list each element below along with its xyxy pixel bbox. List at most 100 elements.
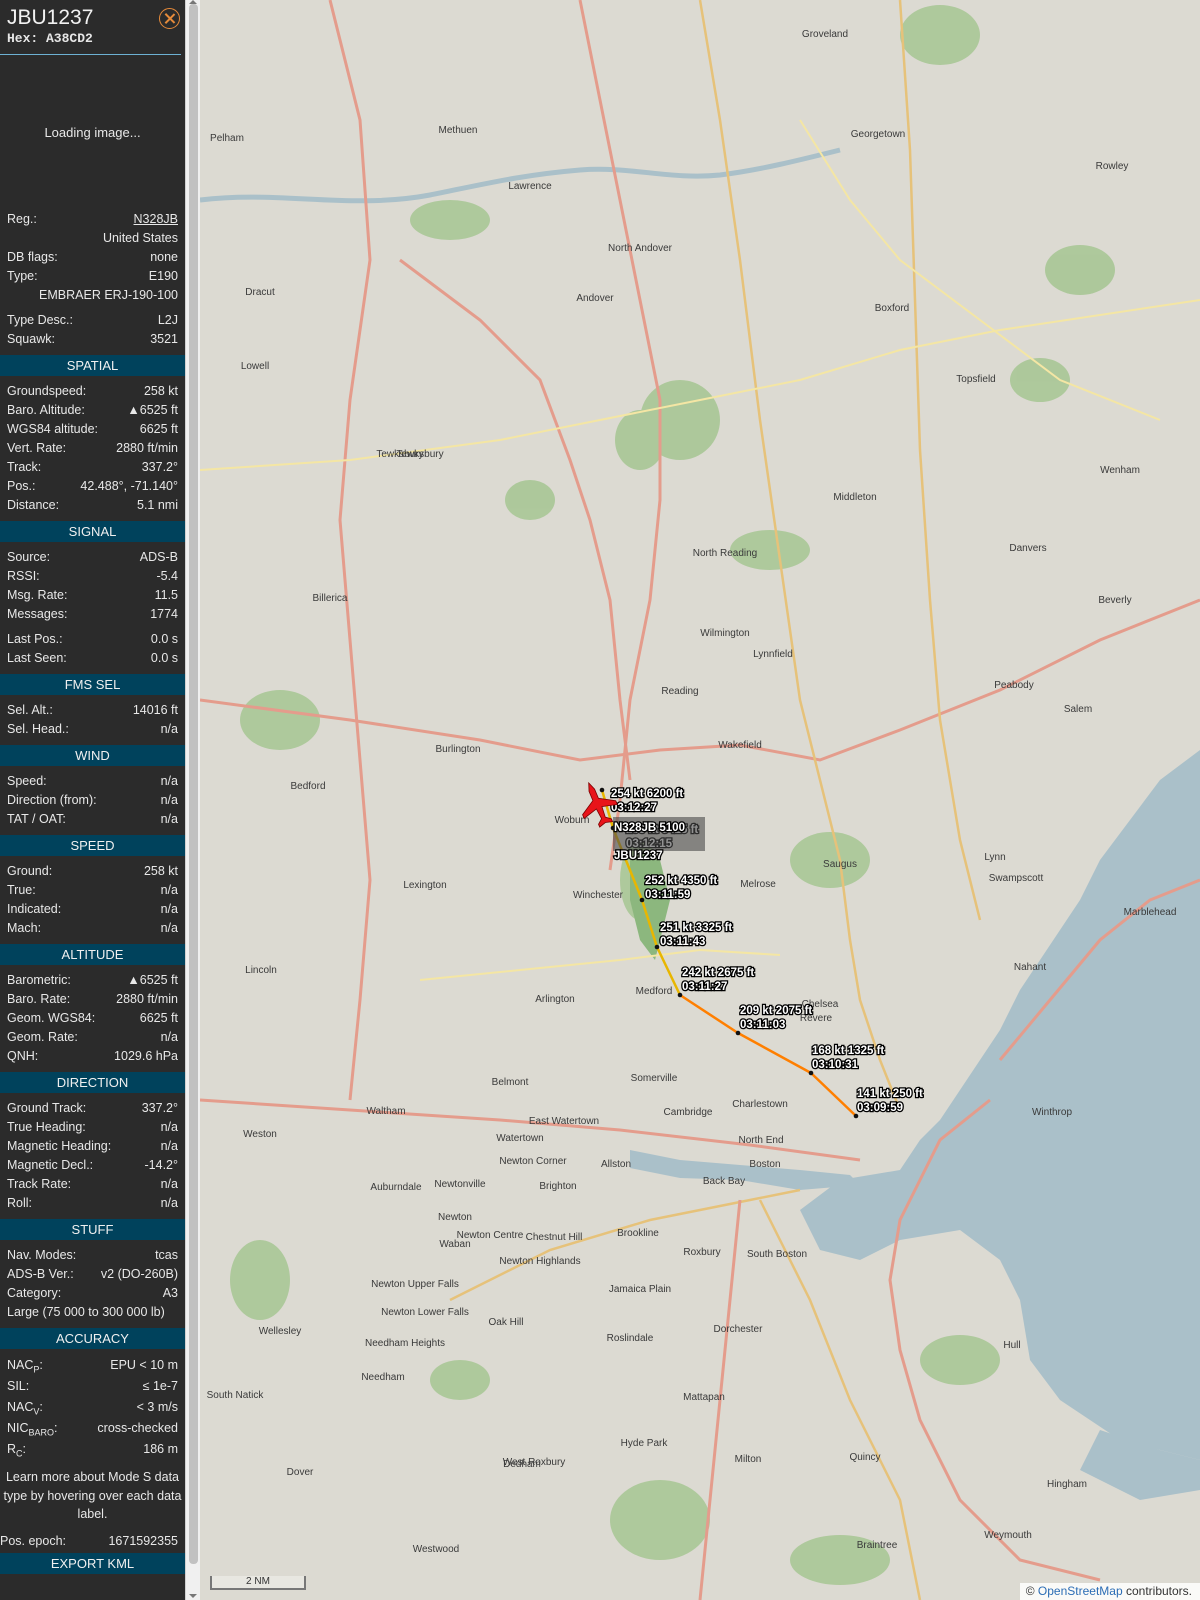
info-label[interactable]: Pos.: — [7, 477, 36, 496]
info-value: 337.2° — [141, 460, 178, 474]
info-label[interactable]: Last Pos.: — [7, 630, 63, 649]
place-label: Oak Hill — [488, 1317, 523, 1328]
place-label: Weston — [243, 1129, 277, 1140]
typedesc-row: Type Desc.: L2J — [0, 311, 185, 330]
info-label[interactable]: Indicated: — [7, 900, 61, 919]
track-point[interactable] — [735, 1030, 741, 1036]
info-row: Pos.: 42.488°, -71.140° — [0, 477, 185, 496]
section-direction: DIRECTION — [0, 1072, 185, 1093]
info-label[interactable]: Barometric: — [7, 971, 71, 990]
sil-label[interactable]: SIL: — [7, 1376, 29, 1397]
track-point[interactable] — [808, 1070, 814, 1076]
track-label-speed-alt: 252 kt 4350 ft — [645, 875, 717, 887]
info-label[interactable]: Messages: — [7, 605, 67, 624]
info-value: n/a — [160, 1139, 178, 1153]
info-row: Category: A3 — [0, 1284, 185, 1303]
info-label[interactable]: QNH: — [7, 1047, 38, 1066]
place-label: Swampscott — [989, 873, 1044, 884]
info-label[interactable]: Msg. Rate: — [7, 586, 67, 605]
sidebar-scrollbar[interactable] — [185, 0, 200, 1600]
close-icon[interactable] — [159, 8, 180, 29]
track-point[interactable] — [677, 992, 683, 998]
scrollbar-thumb[interactable] — [189, 4, 198, 1564]
info-label[interactable]: Mach: — [7, 919, 41, 938]
info-value: 337.2° — [141, 1101, 178, 1115]
track-point[interactable] — [639, 897, 645, 903]
category-desc: Large (75 000 to 300 000 lb) — [7, 1305, 165, 1319]
aircraft-map-label[interactable]: N328JB 5100 — [613, 821, 687, 836]
info-label[interactable]: Direction (from): — [7, 791, 97, 810]
info-label[interactable]: Track: — [7, 458, 41, 477]
info-row: True: n/a — [0, 881, 185, 900]
info-label[interactable]: Ground: — [7, 862, 52, 881]
info-label[interactable]: Sel. Head.: — [7, 720, 69, 739]
info-label[interactable]: True: — [7, 881, 36, 900]
info-label[interactable]: Category: — [7, 1284, 61, 1303]
info-label[interactable]: Geom. WGS84: — [7, 1009, 95, 1028]
info-row: RSSI: -5.4 — [0, 567, 185, 586]
info-label[interactable]: Groundspeed: — [7, 382, 86, 401]
place-label: Wakefield — [718, 740, 762, 751]
info-label[interactable]: Nav. Modes: — [7, 1246, 76, 1265]
info-row: Ground: 258 kt — [0, 862, 185, 881]
map-canvas[interactable]: Methuen Lawrence North Andover Dracut Andove… — [200, 0, 1200, 1600]
info-value: 14016 ft — [132, 703, 178, 717]
info-label[interactable]: Magnetic Heading: — [7, 1137, 111, 1156]
place-label: Newton Corner — [499, 1156, 567, 1167]
rc-value: 186 m — [143, 1442, 178, 1456]
info-row: Baro. Rate: 2880 ft/min — [0, 990, 185, 1009]
info-value: n/a — [160, 1177, 178, 1191]
track-point[interactable] — [599, 787, 605, 793]
info-label[interactable]: Speed: — [7, 772, 47, 791]
place-label: South Natick — [207, 1390, 265, 1401]
place-label: Dracut — [245, 287, 275, 298]
info-label[interactable]: TAT / OAT: — [7, 810, 66, 829]
place-label: Marblehead — [1124, 907, 1177, 918]
type-value: E190 — [148, 269, 178, 283]
info-label[interactable]: Ground Track: — [7, 1099, 86, 1118]
track-label-time: 03:11:59 — [645, 889, 690, 901]
aircraft-photo[interactable]: Loading image... — [0, 55, 185, 210]
place-label: Milton — [735, 1454, 762, 1465]
map-view[interactable]: Methuen Lawrence North Andover Dracut Andove… — [200, 0, 1200, 1600]
info-label[interactable]: Track Rate: — [7, 1175, 71, 1194]
info-row: Track Rate: n/a — [0, 1175, 185, 1194]
info-label[interactable]: RSSI: — [7, 567, 40, 586]
place-label: Braintree — [857, 1540, 898, 1551]
place-label: Boxford — [875, 303, 909, 314]
info-row: Sel. Head.: n/a — [0, 720, 185, 739]
info-label[interactable]: Baro. Rate: — [7, 990, 70, 1009]
scroll-down-icon[interactable] — [189, 1594, 197, 1598]
info-label[interactable]: Magnetic Decl.: — [7, 1156, 93, 1175]
info-label[interactable]: Distance: — [7, 496, 59, 515]
info-label[interactable]: True Heading: — [7, 1118, 86, 1137]
dbflags-value: none — [150, 250, 178, 264]
info-row: Groundspeed: 258 kt — [0, 382, 185, 401]
aircraft-map-label-callsign[interactable]: JBU1237 — [613, 849, 664, 864]
info-label[interactable]: Vert. Rate: — [7, 439, 66, 458]
info-label[interactable]: Roll: — [7, 1194, 32, 1213]
export-kml-button[interactable]: EXPORT KML — [0, 1552, 185, 1574]
info-label[interactable]: ADS-B Ver.: — [7, 1265, 74, 1284]
info-value: ADS-B — [139, 550, 178, 564]
info-label[interactable]: Baro. Altitude: — [7, 401, 85, 420]
info-label[interactable]: Last Seen: — [7, 649, 67, 668]
info-label[interactable]: WGS84 altitude: — [7, 420, 98, 439]
info-row: Ground Track: 337.2° — [0, 1099, 185, 1118]
info-value: n/a — [160, 812, 178, 826]
place-label: South Boston — [747, 1249, 807, 1260]
epoch-label: Pos. epoch: — [0, 1533, 67, 1548]
place-label: Roslindale — [607, 1333, 654, 1344]
info-label[interactable]: Source: — [7, 548, 50, 567]
typedesc-value: L2J — [157, 313, 178, 327]
section-signal: SIGNAL — [0, 521, 185, 542]
rc-label[interactable]: RC: — [7, 1439, 26, 1465]
info-label[interactable]: Geom. Rate: — [7, 1028, 78, 1047]
osm-link[interactable]: OpenStreetMap — [1038, 1584, 1123, 1598]
place-label: Needham — [361, 1372, 404, 1383]
place-label: Mattapan — [683, 1392, 725, 1403]
registration-link[interactable]: N328JB — [134, 210, 178, 229]
track-point[interactable] — [654, 944, 660, 950]
info-label[interactable]: Sel. Alt.: — [7, 701, 53, 720]
track-point[interactable] — [853, 1113, 859, 1119]
